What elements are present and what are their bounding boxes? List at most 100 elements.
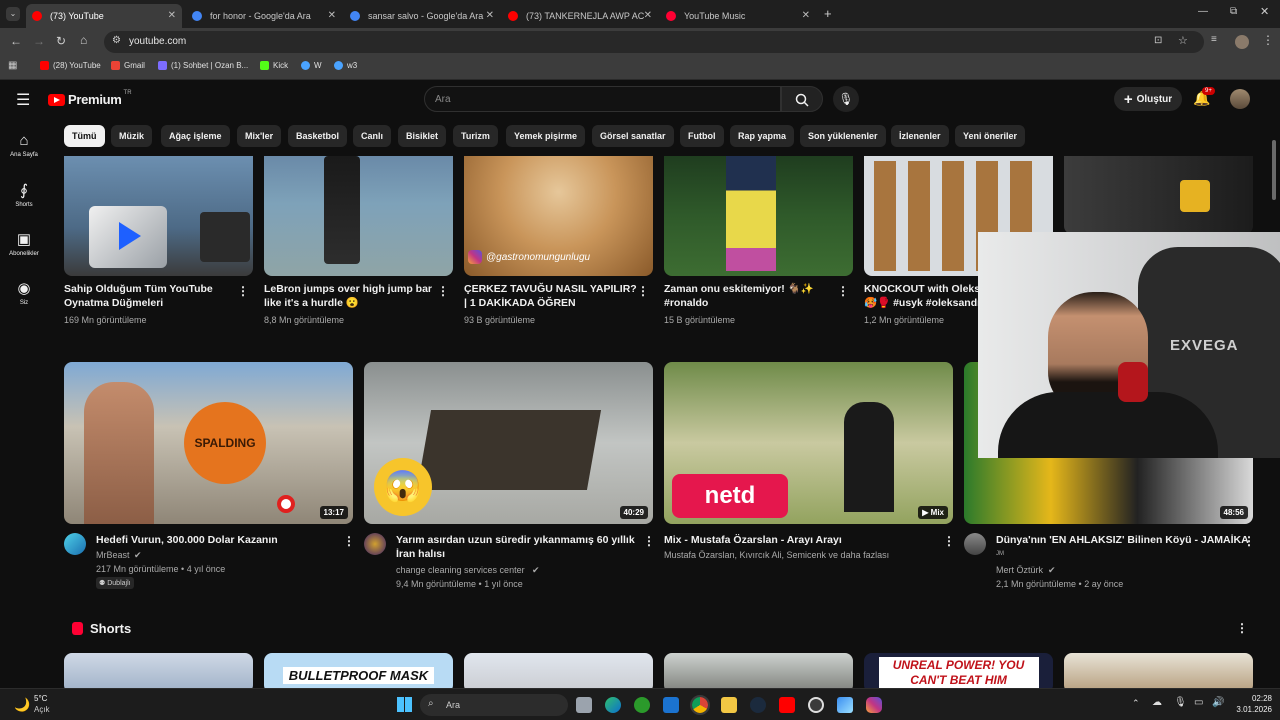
bookmark-star-icon[interactable]: ☆ — [1178, 34, 1188, 47]
video-title[interactable]: like it's a hurdle 😮 — [264, 296, 359, 310]
tray-chevron-icon[interactable]: ⌃ — [1132, 698, 1140, 709]
more-options-icon[interactable]: ⋮ — [643, 534, 655, 548]
video-thumbnail[interactable] — [664, 156, 853, 276]
video-thumbnail[interactable]: netd ▶ Mix — [664, 362, 953, 524]
short-thumbnail[interactable] — [464, 653, 653, 688]
youtube-logo[interactable]: Premium TR — [48, 90, 132, 107]
forward-icon[interactable]: → — [33, 34, 45, 48]
chip-visual-arts[interactable]: Görsel sanatlar — [592, 125, 674, 147]
menu-icon[interactable]: ⋮ — [1262, 33, 1274, 47]
windows-start-icon[interactable] — [397, 697, 412, 712]
sidebar-item-you[interactable]: ◉ Siz — [0, 279, 48, 306]
chip-rap[interactable]: Rap yapma — [730, 125, 795, 147]
video-thumbnail[interactable] — [64, 156, 253, 276]
bookmark-youtube[interactable]: (28) YouTube — [40, 61, 101, 70]
video-thumbnail[interactable] — [264, 156, 453, 276]
video-title[interactable]: KNOCKOUT with Oleksa — [864, 282, 978, 296]
channel-name[interactable]: Mustafa Özarslan, Kıvırcık Ali, Semicenk… — [664, 548, 889, 562]
tab-youtube[interactable]: (73) YouTube ✕ — [26, 4, 182, 28]
youtube-app-icon[interactable] — [779, 697, 795, 713]
video-title[interactable]: Yarım asırdan uzun süredir yıkanmamış 60… — [396, 533, 635, 547]
video-title[interactable]: 🥵🥊 #usyk #oleksandr — [864, 296, 978, 310]
more-options-icon[interactable]: ⋮ — [1243, 534, 1255, 548]
sidebar-item-home[interactable]: ⌂ Ana Sayfa — [0, 132, 48, 158]
bookmark-kick[interactable]: Kick — [260, 61, 288, 70]
bookmark-w[interactable]: W — [301, 61, 322, 70]
channel-name[interactable]: Mert Öztürk — [996, 563, 1043, 577]
close-icon[interactable]: ✕ — [644, 10, 652, 21]
bookmark-gmail[interactable]: Gmail — [111, 61, 145, 70]
close-icon[interactable]: ✕ — [802, 10, 810, 21]
video-thumbnail[interactable]: 😱 40:29 — [364, 362, 653, 524]
chrome-icon[interactable] — [690, 695, 710, 715]
microphone-tray-icon[interactable]: 🎙 — [1174, 697, 1187, 708]
close-window-button[interactable]: ✕ — [1260, 5, 1269, 18]
more-options-icon[interactable]: ⋮ — [343, 534, 355, 548]
video-thumbnail[interactable] — [1064, 156, 1253, 234]
video-title[interactable]: Zaman onu eskitemiyor! 🐐✨ — [664, 282, 814, 296]
xbox-icon[interactable] — [634, 697, 650, 713]
page-scrollbar[interactable] — [1272, 140, 1276, 200]
steam-icon[interactable] — [750, 697, 766, 713]
profile-avatar[interactable] — [1235, 35, 1249, 49]
chip-tourism[interactable]: Turizm — [453, 125, 498, 147]
display-icon[interactable]: ▭ — [1194, 697, 1203, 708]
back-icon[interactable]: ← — [10, 34, 22, 48]
video-thumbnail[interactable]: @gastronomungunlugu — [464, 156, 653, 276]
video-title[interactable]: İran halısı — [396, 547, 445, 561]
video-title[interactable]: Mix - Mustafa Özarslan - Arayı Arayı — [664, 533, 842, 547]
instagram-app-icon[interactable] — [866, 697, 882, 713]
chip-cooking[interactable]: Yemek pişirme — [506, 125, 586, 147]
video-title[interactable]: Sahip Olduğum Tüm YouTube — [64, 282, 213, 296]
short-thumbnail[interactable]: BULLETPROOF MASK — [264, 653, 453, 688]
chip-cycling[interactable]: Bisiklet — [398, 125, 447, 147]
media-icon[interactable]: ≡ — [1211, 34, 1217, 45]
channel-name[interactable]: change cleaning services center — [396, 563, 525, 577]
address-bar[interactable]: ⚙ youtube.com ⊡ ☆ — [104, 31, 1204, 53]
video-title[interactable]: LeBron jumps over high jump bar — [264, 282, 432, 296]
search-input[interactable]: Ara — [435, 94, 451, 105]
tab-for-honor[interactable]: for honor - Google'da Ara ✕ — [186, 4, 342, 28]
tab-tankernejla[interactable]: (73) TANKERNEJLA AWP ACE - YouTube✕ — [502, 4, 658, 28]
more-options-icon[interactable]: ⋮ — [437, 284, 449, 298]
create-button[interactable]: + Oluştur — [1114, 87, 1182, 111]
store-icon[interactable] — [837, 697, 853, 713]
cloud-icon[interactable]: ☁ — [1152, 697, 1162, 708]
video-title[interactable]: Oynatma Düğmeleri — [64, 296, 163, 310]
bookmark-sohbet[interactable]: (1) Sohbet | Ozan B... — [158, 61, 248, 70]
outlook-icon[interactable] — [663, 697, 679, 713]
more-options-icon[interactable]: ⋮ — [837, 284, 849, 298]
video-title[interactable]: Dünya'nın 'EN AHLAKSIZ' Bilinen Köyü - J… — [996, 533, 1249, 547]
channel-avatar[interactable] — [964, 533, 986, 555]
file-explorer-icon[interactable] — [721, 697, 737, 713]
video-thumbnail[interactable]: SPALDING 13:17 — [64, 362, 353, 524]
close-icon[interactable]: ✕ — [486, 10, 494, 21]
weather-icon[interactable]: 🌙 — [14, 697, 30, 713]
hamburger-menu-icon[interactable]: ☰ — [16, 90, 30, 110]
account-avatar[interactable] — [1230, 89, 1250, 109]
minimize-button[interactable]: — — [1198, 6, 1208, 17]
video-title[interactable]: ÇERKEZ TAVUĞU NASIL YAPILIR? — [464, 282, 637, 296]
chip-all[interactable]: Tümü — [64, 125, 105, 147]
chip-watched[interactable]: İzlenenler — [891, 125, 949, 147]
short-thumbnail[interactable]: UNREAL POWER! YOU CAN'T BEAT HIM — [864, 653, 1053, 688]
chip-new-to-you[interactable]: Yeni öneriler — [955, 125, 1026, 147]
tab-youtube-music[interactable]: YouTube Music ✕ — [660, 4, 816, 28]
chip-music[interactable]: Müzik — [111, 125, 153, 147]
chip-basketball[interactable]: Basketbol — [288, 125, 348, 147]
short-thumbnail[interactable] — [64, 653, 253, 688]
channel-name[interactable]: MrBeast — [96, 548, 130, 562]
home-icon[interactable]: ⌂ — [80, 33, 87, 47]
short-thumbnail[interactable] — [664, 653, 853, 688]
reload-icon[interactable]: ↻ — [56, 34, 66, 48]
voice-search-button[interactable]: 🎙 — [833, 86, 859, 112]
site-info-icon[interactable]: ⚙ — [112, 35, 121, 46]
more-options-icon[interactable]: ⋮ — [637, 284, 649, 298]
chip-recently-uploaded[interactable]: Son yüklenenler — [800, 125, 886, 147]
close-icon[interactable]: ✕ — [168, 10, 176, 21]
volume-icon[interactable]: 🔊 — [1212, 697, 1224, 708]
notifications-button[interactable]: 🔔 9+ — [1193, 87, 1215, 107]
search-button[interactable] — [781, 86, 823, 112]
edge-icon[interactable] — [605, 697, 621, 713]
more-options-icon[interactable]: ⋮ — [237, 284, 249, 298]
